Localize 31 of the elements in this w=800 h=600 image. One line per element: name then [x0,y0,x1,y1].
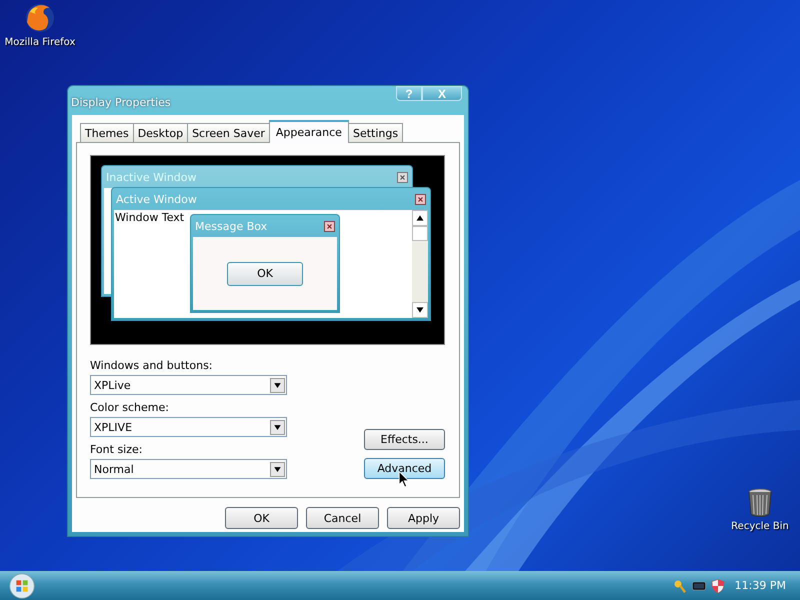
tab[interactable]: Appearance [268,120,349,143]
button[interactable]: Cancel [306,507,379,529]
ok-button[interactable]: OK [227,262,303,286]
button[interactable]: Effects... [364,429,445,450]
close-icon[interactable] [324,220,335,232]
window-title: Inactive Window [106,170,197,184]
desktop-icon-label[interactable]: Recycle Bin [731,521,789,532]
shield-icon[interactable] [710,578,726,594]
start-button[interactable] [9,572,35,598]
scroll-thumb[interactable] [412,226,428,241]
window-title: Message Box [195,220,268,232]
window-title: Display Properties [71,96,171,109]
dropdown[interactable]: Normal [90,459,287,479]
dropdown[interactable]: XPLive [90,375,287,395]
tab[interactable]: Themes [80,123,134,142]
field-label: Windows and buttons: [90,359,214,372]
desktop-icon-label[interactable]: Mozilla Firefox [4,37,76,48]
field-label: Color scheme: [90,401,170,414]
mouse-pointer-icon [398,471,409,488]
tab[interactable]: Screen Saver [187,123,270,142]
window-title: Active Window [116,192,197,206]
tab[interactable]: Desktop [132,123,188,142]
button[interactable]: Apply [387,507,460,529]
close-icon[interactable] [415,194,426,204]
button[interactable]: OK [225,507,298,529]
browser-icon[interactable] [24,2,56,34]
window-text: Window Text [114,210,186,225]
dropdown[interactable]: XPLIVE [90,417,287,437]
clock[interactable]: 11:39 PM [734,579,786,592]
field-label: Font size: [90,443,144,456]
tab[interactable]: Settings [348,123,404,142]
